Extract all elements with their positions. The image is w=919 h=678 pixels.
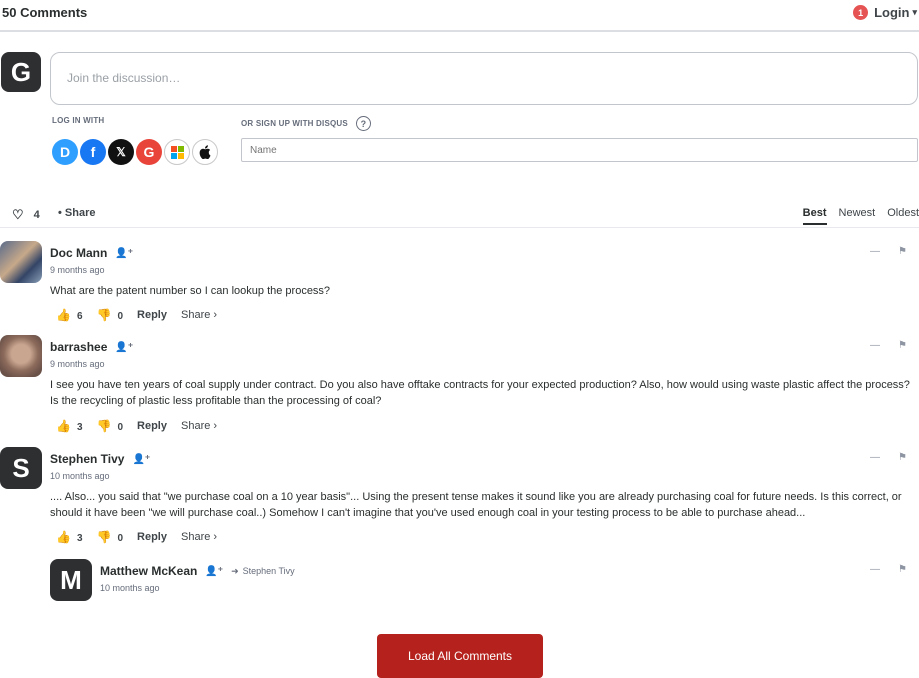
login-with-label: LOG IN WITH <box>52 116 105 125</box>
share-button[interactable]: Share › <box>181 531 217 543</box>
downvote-button[interactable]: 👎 0 <box>97 308 124 322</box>
recommend-button[interactable]: ♡ 4 <box>12 207 40 223</box>
collapse-icon[interactable]: — <box>870 452 880 463</box>
follow-user-icon[interactable]: 👤⁺ <box>115 342 133 353</box>
reply-button[interactable]: Reply <box>137 420 167 432</box>
downvote-button[interactable]: 👎 0 <box>97 419 124 433</box>
share-button[interactable]: Share › <box>181 420 217 432</box>
caret-down-icon[interactable]: ▾ <box>912 7 917 18</box>
notification-badge[interactable]: 1 <box>853 5 869 20</box>
comment-author[interactable]: Stephen Tivy <box>50 452 124 466</box>
thumbs-up-icon[interactable]: 👍 <box>56 419 71 433</box>
comments-header: 50 Comments 1 Login ▾ <box>0 0 919 32</box>
comment-timestamp[interactable]: 9 months ago <box>50 359 105 369</box>
x-icon[interactable]: 𝕏 <box>108 139 134 165</box>
flag-icon[interactable]: ⚑ <box>898 340 907 351</box>
flag-icon[interactable]: ⚑ <box>898 564 907 575</box>
recommend-count: 4 <box>33 209 40 221</box>
comment-timestamp[interactable]: 10 months ago <box>100 583 160 593</box>
comment-author[interactable]: barrashee <box>50 340 107 354</box>
comment-body: I see you have ten years of coal supply … <box>50 379 910 407</box>
avatar[interactable]: S <box>0 447 42 489</box>
facebook-icon[interactable]: f <box>80 139 106 165</box>
comment-actions: 👍 3 👎 0 Reply Share › <box>56 530 217 544</box>
comment-timestamp[interactable]: 10 months ago <box>50 471 110 481</box>
login-menu[interactable]: 1 Login ▾ <box>853 5 917 20</box>
name-input[interactable] <box>241 138 918 162</box>
flag-icon[interactable]: ⚑ <box>898 452 907 463</box>
sort-oldest[interactable]: Oldest <box>887 207 919 225</box>
signup-with-disqus: OR SIGN UP WITH DISQUS ? <box>241 116 371 131</box>
comment-author[interactable]: Matthew McKean <box>100 564 197 578</box>
load-all-comments-button[interactable]: Load All Comments <box>377 634 543 678</box>
signup-label: OR SIGN UP WITH DISQUS <box>241 119 348 128</box>
disqus-icon[interactable]: D <box>52 139 78 165</box>
upvote-count: 6 <box>76 311 83 322</box>
flag-icon[interactable]: ⚑ <box>898 246 907 257</box>
downvote-button[interactable]: 👎 0 <box>97 530 124 544</box>
reply-button[interactable]: Reply <box>137 309 167 321</box>
apple-icon[interactable] <box>192 139 218 165</box>
in-reply-to[interactable]: ➜ Stephen Tivy <box>231 566 295 577</box>
comment-timestamp[interactable]: 9 months ago <box>50 265 105 275</box>
upvote-count: 3 <box>76 533 83 544</box>
reply-button[interactable]: Reply <box>137 531 167 543</box>
follow-user-icon[interactable]: 👤⁺ <box>115 248 133 259</box>
in-reply-to-author[interactable]: Stephen Tivy <box>243 566 295 576</box>
upvote-button[interactable]: 👍 6 <box>56 308 83 322</box>
collapse-icon[interactable]: — <box>870 564 880 575</box>
microsoft-icon[interactable] <box>164 139 190 165</box>
thumbs-up-icon[interactable]: 👍 <box>56 308 71 322</box>
comment-body: .... Also... you said that "we purchase … <box>50 491 902 519</box>
avatar[interactable] <box>0 335 42 377</box>
comment-author[interactable]: Doc Mann <box>50 246 107 260</box>
share-button[interactable]: Share › <box>181 309 217 321</box>
thumbs-down-icon[interactable]: 👎 <box>97 419 112 433</box>
comment-composer[interactable]: Join the discussion… <box>50 52 918 105</box>
collapse-icon[interactable]: — <box>870 246 880 257</box>
thumbs-up-icon[interactable]: 👍 <box>56 530 71 544</box>
thumbs-down-icon[interactable]: 👎 <box>97 308 112 322</box>
downvote-count: 0 <box>117 533 124 544</box>
comment-body: What are the patent number so I can look… <box>50 285 331 297</box>
google-icon[interactable]: G <box>136 139 162 165</box>
comment-actions: 👍 6 👎 0 Reply Share › <box>56 308 217 322</box>
sort-best[interactable]: Best <box>802 207 827 225</box>
reply-arrow-icon: ➜ <box>231 565 239 576</box>
collapse-icon[interactable]: — <box>870 340 880 351</box>
help-icon[interactable]: ? <box>355 116 371 131</box>
social-login-buttons: D f 𝕏 G <box>52 139 218 165</box>
guest-avatar: G <box>1 52 41 92</box>
upvote-count: 3 <box>76 422 83 433</box>
comment-count: 50 Comments <box>2 5 88 20</box>
follow-user-icon[interactable]: 👤⁺ <box>132 454 150 465</box>
upvote-button[interactable]: 👍 3 <box>56 419 83 433</box>
login-label[interactable]: Login <box>874 5 909 20</box>
sort-tabs: Best Newest Oldest <box>802 207 919 225</box>
downvote-count: 0 <box>117 422 124 433</box>
downvote-count: 0 <box>117 311 124 322</box>
avatar[interactable] <box>0 241 42 283</box>
avatar[interactable]: M <box>50 559 92 601</box>
sort-newest[interactable]: Newest <box>839 207 876 225</box>
upvote-button[interactable]: 👍 3 <box>56 530 83 544</box>
thumbs-down-icon[interactable]: 👎 <box>97 530 112 544</box>
thread-toolbar: ♡ 4 • Share Best Newest Oldest <box>0 204 919 228</box>
follow-user-icon[interactable]: 👤⁺ <box>205 566 223 577</box>
comment-actions: 👍 3 👎 0 Reply Share › <box>56 419 217 433</box>
share-thread-button[interactable]: • Share <box>58 207 95 219</box>
heart-icon[interactable]: ♡ <box>12 207 24 223</box>
